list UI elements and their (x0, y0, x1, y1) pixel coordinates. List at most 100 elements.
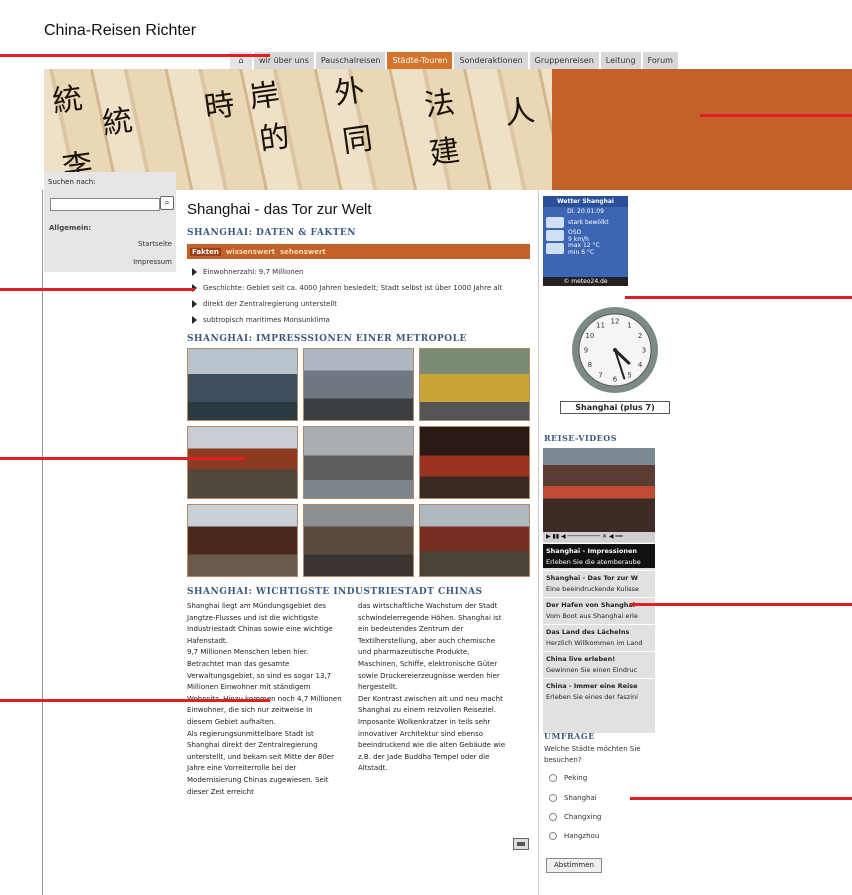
article-line: Der Kontrast zwischen alt und neu macht (358, 694, 503, 703)
nav-gruppenreisen[interactable]: Gruppenreisen (529, 52, 599, 69)
weather-row-wind: OSO 9 km/h (543, 228, 628, 243)
clock-numeral: 2 (638, 332, 642, 340)
section-heading-facts: SHANGHAI: DATEN & FAKTEN (187, 228, 356, 238)
list-item: direkt der Zentralregierung unterstellt (192, 296, 532, 312)
nav-forum[interactable]: Forum (642, 52, 678, 69)
site-title[interactable]: China-Reisen Richter (44, 22, 196, 40)
nav-pauschalreisen[interactable]: Pauschalreisen (315, 52, 386, 69)
clock-icon: 1234567891011 12 (572, 307, 658, 393)
video-desc: Erleben Sie die atemberaube (546, 558, 641, 566)
video-item[interactable]: Shanghai - Impressionen Erleben Sie die a… (543, 543, 655, 568)
weather-source[interactable]: © meteo24.de (543, 277, 628, 286)
vote-button[interactable]: Abstimmen (546, 858, 602, 873)
search-input[interactable] (50, 198, 160, 211)
gallery-thumb-night-street[interactable] (419, 426, 530, 499)
radio-button[interactable] (549, 813, 557, 821)
bullet-arrow-icon (192, 268, 197, 276)
annotation-marker (0, 288, 195, 291)
gallery-thumb-towers[interactable] (303, 348, 414, 421)
video-item[interactable]: China live erleben! Gewinnen Sie einen Ei… (543, 651, 655, 676)
clock-numeral: 1 (627, 321, 631, 329)
video-item[interactable]: China - Immer eine Reise Erleben Sie eine… (543, 678, 655, 703)
gallery-thumb-temple[interactable] (187, 504, 298, 577)
poll-option-label: Changxing (564, 813, 602, 821)
weather-widget[interactable]: Wetter Shanghai Di. 20.01.09 stark bewöl… (543, 196, 628, 286)
clock-numeral: 8 (588, 361, 592, 369)
bullet-arrow-icon (192, 316, 197, 324)
gallery-thumb-harbor[interactable] (303, 426, 414, 499)
video-screen[interactable] (543, 448, 655, 532)
radio-button[interactable] (549, 794, 557, 802)
page-border-left (42, 190, 43, 895)
main-nav: ⌂ wir über uns Pauschalreisen Städte-Tou… (230, 52, 678, 69)
gallery-thumb-crowd[interactable] (303, 504, 414, 577)
poll-option[interactable]: Hangzhou (549, 832, 599, 840)
article-line: Altstadt. (358, 764, 388, 773)
video-item[interactable]: Shanghai - Das Tor zur W Eine beeindrucke… (543, 570, 655, 595)
sidebar-link-impressum[interactable]: Impressum (133, 258, 172, 266)
clock-widget: 1 2 3 4 5 6 7 8 9 10 11 12 (570, 305, 660, 395)
poll-heading: UMFRAGE (544, 731, 595, 741)
article-line: Verwaltungsgebiet, so sind es sogar 13,7 (187, 671, 332, 680)
thermometer-icon (546, 243, 564, 254)
tab-wissenswert[interactable]: wissenswert (226, 248, 275, 256)
weather-title: Wetter Shanghai (543, 196, 628, 207)
tab-fakten[interactable]: Fakten (190, 247, 221, 256)
section-heading-gallery: SHANGHAI: IMPRESSSIONEN EINER METROPOLE (187, 334, 467, 344)
nav-staedte-touren[interactable]: Städte-Touren (387, 52, 453, 69)
nav-leitung[interactable]: Leitung (600, 52, 641, 69)
poll-option[interactable]: Peking (549, 774, 587, 782)
right-column-border (538, 190, 539, 895)
annotation-marker (630, 603, 852, 606)
video-item[interactable]: Der Hafen von Shanghai Vom Boot aus Shang… (543, 597, 655, 622)
weather-wind: OSO 9 km/h (568, 228, 589, 243)
article-line: beeindruckend wie die alten Gebäude wie (358, 741, 506, 750)
print-icon (517, 842, 525, 846)
search-panel: Suchen nach: ⌕ Allgemein: Startseite Imp… (44, 172, 176, 272)
video-title: Shanghai - Das Tor zur W (546, 574, 638, 582)
article-line: sowie Druckereierzeugnisse werden hier (358, 671, 500, 680)
article-line: diesem Gebiet aufhalten. (187, 717, 276, 726)
clock-numeral: 3 (642, 347, 646, 355)
poll-option[interactable]: Changxing (549, 813, 601, 821)
radio-button[interactable] (549, 774, 557, 782)
article-line: z.B. der Jade Buddha Tempel oder die (358, 752, 490, 761)
facts-tabs: Fakten wissenswert sehenswert (187, 244, 530, 259)
fact-text: subtropisch maritimes Monsunklima (203, 316, 330, 324)
radio-button[interactable] (549, 832, 557, 840)
gallery-thumb-old-town[interactable] (419, 504, 530, 577)
video-title: Shanghai - Impressionen (546, 547, 637, 555)
video-title: China - Immer eine Reise (546, 682, 638, 690)
article-line: hergestellt. (358, 683, 398, 692)
search-button[interactable]: ⌕ (160, 196, 174, 210)
gallery-thumb-bus[interactable] (419, 348, 530, 421)
article-line: Shanghai liegt am Mündungsgebiet des (187, 602, 327, 610)
nav-sonderaktionen[interactable]: Sonderaktionen (454, 52, 528, 69)
article-line: Shanghai direkt der Zentralregierung (187, 741, 318, 750)
clock-numeral: 11 (596, 321, 605, 329)
article-line: Millionen Einwohner mit ständigem (187, 683, 311, 692)
article-line: dieser Zeit erreicht (187, 787, 254, 796)
annotation-marker (0, 457, 245, 460)
clock-numeral: 9 (584, 347, 588, 355)
tab-sehenswert[interactable]: sehenswert (280, 248, 326, 256)
video-controls[interactable]: ▶ ▮▮ ◀ ───────── ✕ ◀ ══ (543, 532, 655, 542)
gallery-thumb-skyline[interactable] (187, 348, 298, 421)
clock-numeral: 12 (611, 318, 620, 326)
video-desc: Herzlich Willkommen im Land (546, 639, 643, 647)
video-desc: Erleben Sie eines der faszini (546, 693, 638, 701)
poll-option[interactable]: Shanghai (549, 794, 597, 802)
sidebar-title: Allgemein: (49, 224, 92, 232)
weather-temperature: max 12 °C min 6 °C (568, 241, 600, 256)
print-button[interactable] (513, 838, 529, 850)
gallery-thumb-teahouse[interactable] (187, 426, 298, 499)
article-line: Betrachtet man das gesamte (187, 659, 290, 668)
article-line: Maschinen, Schiffe, elektronische Güter (358, 659, 498, 668)
annotation-marker (630, 797, 852, 800)
article-line: innovativer Architektur sind ebenso (358, 729, 484, 738)
section-heading-industry: SHANGHAI: WICHTIGSTE INDUSTRIESTADT CHIN… (187, 587, 483, 597)
sidebar-link-startseite[interactable]: Startseite (138, 240, 172, 248)
annotation-marker (0, 54, 270, 57)
article-line: Textilherstellung, aber auch chemische (358, 636, 495, 645)
video-item[interactable]: Das Land des Lächelns Herzlich Willkommen… (543, 624, 655, 649)
